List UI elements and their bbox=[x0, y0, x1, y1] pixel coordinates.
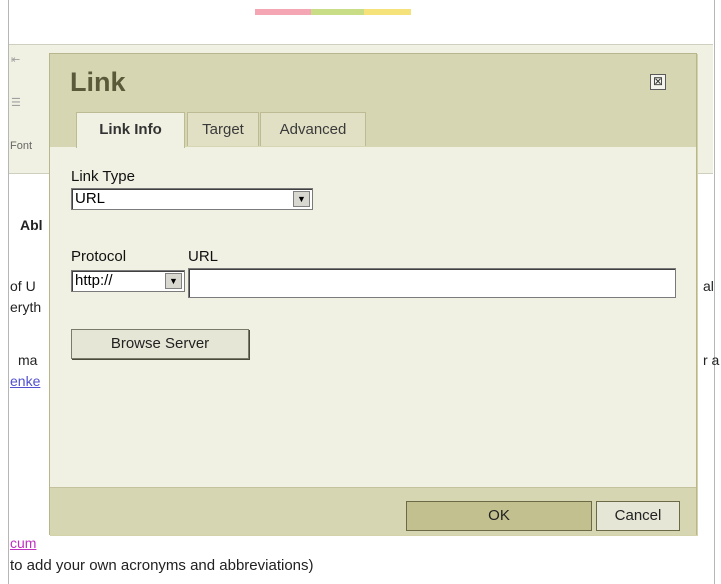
protocol-value: http:// bbox=[75, 272, 113, 289]
cancel-button[interactable]: Cancel bbox=[596, 501, 680, 531]
font-label: Font bbox=[10, 140, 33, 152]
protocol-select[interactable]: http:// ▼ bbox=[71, 270, 185, 292]
bg-link-1[interactable]: enke bbox=[10, 373, 40, 389]
color-strip-pink bbox=[255, 9, 311, 15]
bg-text-line1: of U bbox=[10, 278, 36, 294]
tab-link-info[interactable]: Link Info bbox=[76, 112, 185, 148]
link-dialog: Link ⊠ Link Info Target Advanced Link Ty… bbox=[49, 53, 697, 535]
ok-button[interactable]: OK bbox=[406, 501, 592, 531]
bg-heading: Abl bbox=[20, 217, 43, 233]
url-input[interactable] bbox=[188, 268, 676, 298]
tab-advanced[interactable]: Advanced bbox=[260, 112, 366, 146]
tab-target[interactable]: Target bbox=[187, 112, 259, 146]
chevron-down-icon: ▼ bbox=[293, 191, 310, 207]
link-type-value: URL bbox=[75, 190, 106, 207]
bg-text-line1-right: al bbox=[703, 278, 714, 294]
bg-link-2[interactable]: cum bbox=[10, 535, 36, 551]
link-type-select[interactable]: URL ▼ bbox=[71, 188, 313, 210]
protocol-label: Protocol bbox=[71, 248, 127, 265]
list-icon: ☰ bbox=[11, 97, 21, 109]
color-strip-green bbox=[311, 9, 364, 15]
bg-bottom-text: to add your own acronyms and abbreviatio… bbox=[10, 557, 314, 574]
dialog-title: Link bbox=[70, 67, 126, 97]
close-icon[interactable]: ⊠ bbox=[650, 74, 666, 90]
indent-icon: ⇤ bbox=[11, 54, 21, 66]
link-type-label: Link Type bbox=[71, 168, 135, 185]
dialog-header: Link ⊠ Link Info Target Advanced bbox=[50, 54, 696, 148]
bg-text-line3-right: r a bbox=[703, 352, 720, 368]
bg-text-line2: eryth bbox=[10, 299, 42, 315]
color-strip-yellow bbox=[364, 9, 411, 15]
browse-server-button[interactable]: Browse Server bbox=[71, 329, 249, 359]
bg-text-line3: ma bbox=[18, 352, 38, 368]
url-label: URL bbox=[188, 248, 219, 265]
chevron-down-icon: ▼ bbox=[165, 273, 182, 289]
